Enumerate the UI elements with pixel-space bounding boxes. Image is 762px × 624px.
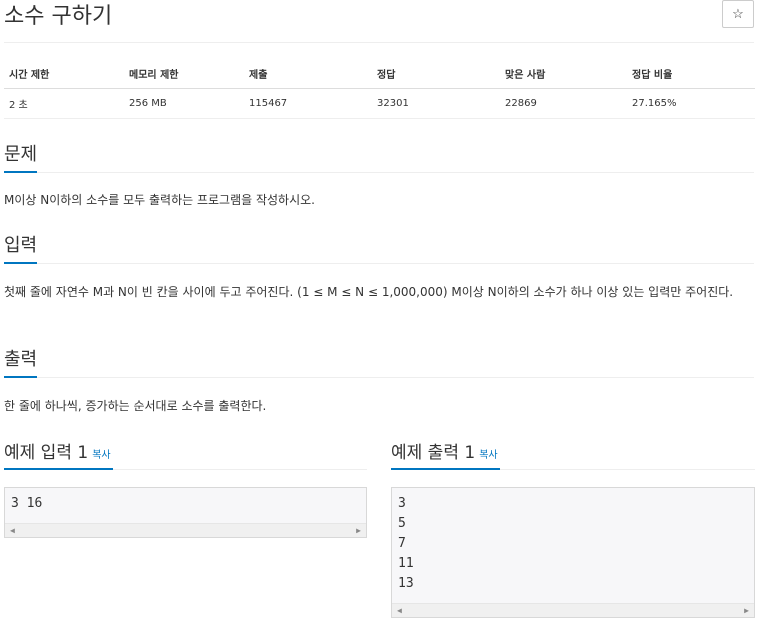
cell-accept-ratio: 27.165%: [627, 88, 755, 119]
input-description: 첫째 줄에 자연수 M과 N이 빈 칸을 사이에 두고 주어진다. (1 ≤ M…: [4, 285, 734, 299]
section-divider: [4, 263, 754, 264]
sample-input-content: 3 16: [11, 496, 43, 511]
cell-time-limit: 2 초: [4, 88, 124, 119]
copy-input-button[interactable]: 복사: [92, 450, 110, 461]
header-accepted: 정답: [372, 58, 500, 89]
section-divider: [4, 172, 754, 173]
output-section-header: 출력: [4, 345, 754, 378]
output-heading: 출력: [4, 345, 38, 378]
sample-output-content: 3 5 7 11 13: [398, 496, 414, 591]
copy-output-button[interactable]: 복사: [479, 450, 497, 461]
sample-output-box[interactable]: 3 5 7 11 13 ◀ ▶: [391, 487, 755, 618]
header-time-limit: 시간 제한: [4, 58, 124, 89]
table-row: 2 초 256 MB 115467 32301 22869 27.165%: [4, 88, 755, 119]
cell-memory-limit: 256 MB: [124, 88, 244, 119]
star-icon: ☆: [732, 6, 744, 21]
page-title: 소수 구하기: [4, 4, 113, 29]
input-section-header: 입력: [4, 231, 754, 264]
problem-info-table: 시간 제한 메모리 제한 제출 정답 맞은 사람 정답 비율 2 초 256 M…: [4, 58, 755, 119]
scroll-right-icon[interactable]: ▶: [744, 606, 749, 615]
cell-submissions: 115467: [244, 88, 372, 119]
scroll-right-icon[interactable]: ▶: [356, 526, 361, 535]
sample-output-header: 예제 출력 1 복사: [391, 438, 755, 470]
table-header-row: 시간 제한 메모리 제한 제출 정답 맞은 사람 정답 비율: [4, 58, 755, 89]
problem-section-header: 문제: [4, 140, 754, 173]
header-submissions: 제출: [244, 58, 372, 89]
horizontal-scrollbar[interactable]: ◀ ▶: [5, 523, 366, 537]
sample-input-header: 예제 입력 1 복사: [4, 438, 367, 470]
scroll-left-icon[interactable]: ◀: [397, 606, 402, 615]
header-solvers: 맞은 사람: [500, 58, 627, 89]
cell-accepted: 32301: [372, 88, 500, 119]
input-heading: 입력: [4, 231, 38, 264]
scroll-left-icon[interactable]: ◀: [10, 526, 15, 535]
title-divider: [4, 42, 754, 43]
problem-description: M이상 N이하의 소수를 모두 출력하는 프로그램을 작성하시오.: [4, 193, 315, 207]
header-accept-ratio: 정답 비율: [627, 58, 755, 89]
sample-input-box[interactable]: 3 16 ◀ ▶: [4, 487, 367, 538]
section-divider: [4, 377, 754, 378]
header-memory-limit: 메모리 제한: [124, 58, 244, 89]
sample-output-heading: 예제 출력 1 복사: [391, 438, 500, 470]
horizontal-scrollbar[interactable]: ◀ ▶: [392, 603, 754, 617]
star-button[interactable]: ☆: [722, 0, 754, 28]
cell-solvers: 22869: [500, 88, 627, 119]
sample-input-heading: 예제 입력 1 복사: [4, 438, 113, 470]
output-description: 한 줄에 하나씩, 증가하는 순서대로 소수를 출력한다.: [4, 399, 267, 413]
problem-heading: 문제: [4, 140, 38, 173]
